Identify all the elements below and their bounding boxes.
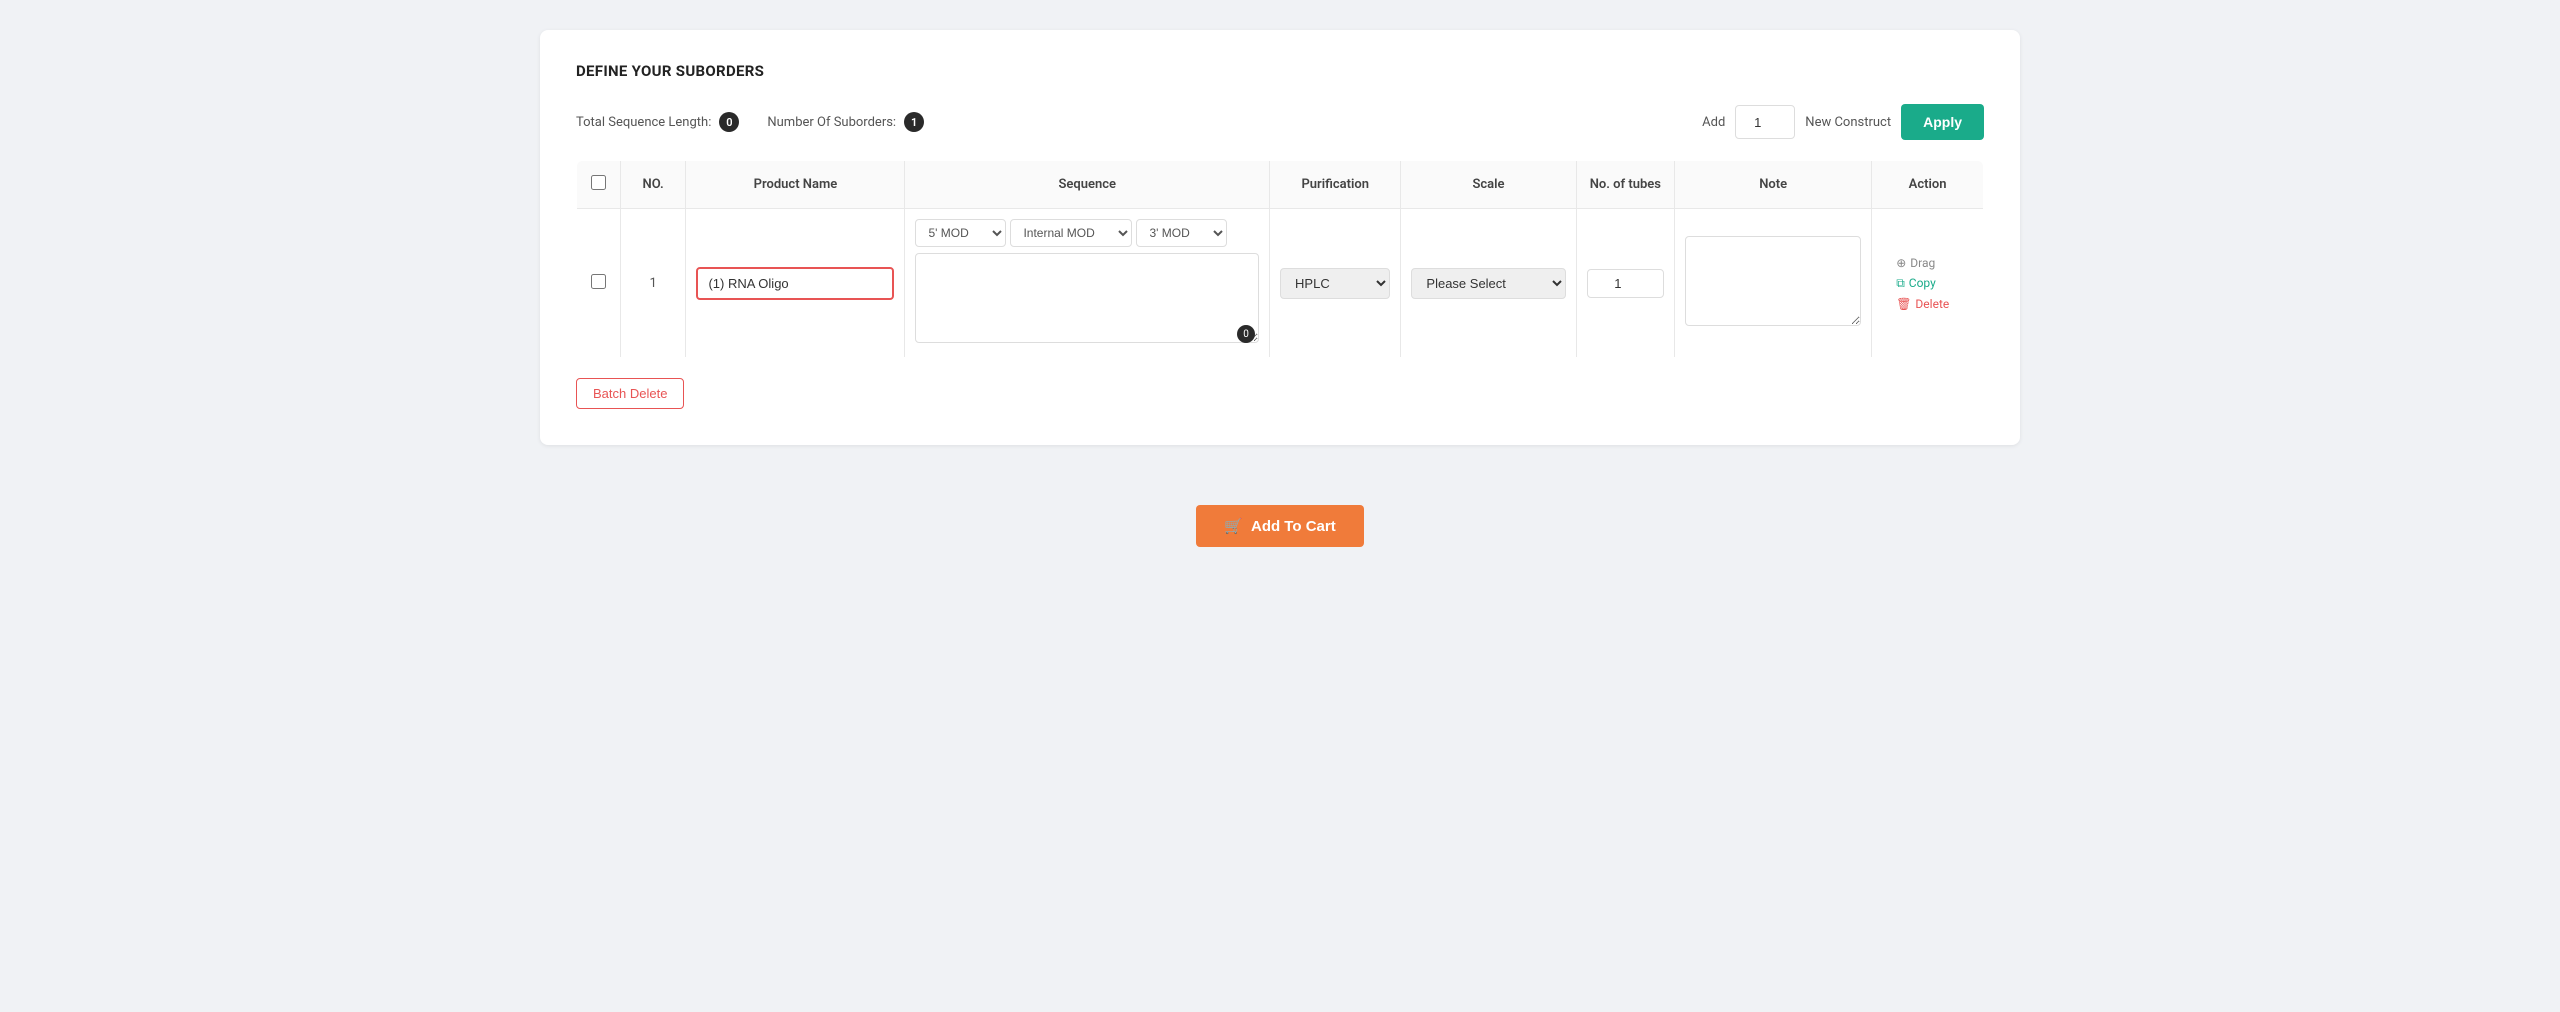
apply-button[interactable]: Apply bbox=[1901, 104, 1984, 140]
row-checkbox[interactable] bbox=[591, 274, 606, 289]
number-of-suborders-badge: 1 bbox=[904, 112, 924, 132]
footer-actions: 🛒 Add To Cart bbox=[540, 505, 2020, 587]
copy-label: Copy bbox=[1909, 276, 1936, 290]
purification-cell: HPLC Desalted PAGE IE-HPLC bbox=[1270, 209, 1401, 358]
main-card: DEFINE YOUR SUBORDERS Total Sequence Len… bbox=[540, 30, 2020, 445]
number-of-suborders: Number Of Suborders: 1 bbox=[767, 112, 924, 132]
add-to-cart-button[interactable]: 🛒 Add To Cart bbox=[1196, 505, 1363, 547]
internal-mod-select[interactable]: Internal MOD bbox=[1010, 219, 1132, 247]
top-bar-left: Total Sequence Length: 0 Number Of Subor… bbox=[576, 112, 924, 132]
header-note: Note bbox=[1675, 161, 1872, 209]
select-all-checkbox[interactable] bbox=[591, 175, 606, 190]
delete-label: Delete bbox=[1915, 297, 1949, 311]
note-cell bbox=[1675, 209, 1872, 358]
top-bar-right: Add New Construct Apply bbox=[1702, 104, 1984, 140]
row-number: 1 bbox=[620, 209, 686, 358]
total-sequence-badge: 0 bbox=[719, 112, 739, 132]
sequence-cell: 5' MOD Internal MOD 3' MOD 0 bbox=[905, 209, 1270, 358]
header-sequence: Sequence bbox=[905, 161, 1270, 209]
header-checkbox-col bbox=[577, 161, 621, 209]
header-tubes: No. of tubes bbox=[1576, 161, 1675, 209]
number-of-suborders-label: Number Of Suborders: bbox=[767, 115, 896, 130]
drag-label: Drag bbox=[1910, 256, 1935, 270]
header-purification: Purification bbox=[1270, 161, 1401, 209]
delete-action[interactable]: 🗑 Delete bbox=[1896, 297, 1949, 311]
three-mod-select[interactable]: 3' MOD bbox=[1136, 219, 1227, 247]
table-body: 1 5' MOD Internal MOD bbox=[577, 209, 1984, 358]
product-name-input[interactable] bbox=[696, 267, 894, 300]
scale-cell: Please Select 1 nmol 5 nmol 10 nmol 200 … bbox=[1401, 209, 1576, 358]
table-header: NO. Product Name Sequence Purification S… bbox=[577, 161, 1984, 209]
product-name-cell bbox=[686, 209, 905, 358]
add-to-cart-label: Add To Cart bbox=[1251, 518, 1336, 535]
header-row: NO. Product Name Sequence Purification S… bbox=[577, 161, 1984, 209]
cart-icon: 🛒 bbox=[1224, 517, 1243, 535]
batch-delete-button[interactable]: Batch Delete bbox=[576, 378, 684, 409]
delete-icon: 🗑 bbox=[1896, 297, 1911, 311]
copy-icon: ⧉ bbox=[1896, 276, 1905, 291]
sequence-controls: 5' MOD Internal MOD 3' MOD bbox=[915, 219, 1259, 247]
total-sequence-length: Total Sequence Length: 0 bbox=[576, 112, 739, 132]
total-sequence-label: Total Sequence Length: bbox=[576, 115, 711, 130]
top-bar: Total Sequence Length: 0 Number Of Subor… bbox=[576, 104, 1984, 140]
page-container: DEFINE YOUR SUBORDERS Total Sequence Len… bbox=[540, 30, 2020, 587]
note-textarea[interactable] bbox=[1685, 236, 1861, 326]
header-action: Action bbox=[1872, 161, 1984, 209]
action-buttons: ⊕ Drag ⧉ Copy 🗑 Delete bbox=[1882, 246, 1973, 321]
sequence-textarea-wrap: 0 bbox=[915, 253, 1259, 347]
purification-select[interactable]: HPLC Desalted PAGE IE-HPLC bbox=[1280, 268, 1390, 299]
add-input[interactable] bbox=[1735, 105, 1795, 139]
new-construct-label: New Construct bbox=[1805, 115, 1891, 130]
drag-action[interactable]: ⊕ Drag bbox=[1896, 256, 1935, 270]
sequence-textarea[interactable] bbox=[915, 253, 1259, 343]
tubes-cell bbox=[1576, 209, 1675, 358]
section-title: DEFINE YOUR SUBORDERS bbox=[576, 62, 1984, 80]
header-product-name: Product Name bbox=[686, 161, 905, 209]
table-row: 1 5' MOD Internal MOD bbox=[577, 209, 1984, 358]
sequence-count-badge: 0 bbox=[1237, 325, 1255, 343]
copy-action[interactable]: ⧉ Copy bbox=[1896, 276, 1936, 291]
five-mod-select[interactable]: 5' MOD bbox=[915, 219, 1006, 247]
bottom-bar: Batch Delete bbox=[576, 378, 1984, 409]
add-label: Add bbox=[1702, 115, 1725, 130]
tubes-input[interactable] bbox=[1587, 269, 1665, 298]
action-cell: ⊕ Drag ⧉ Copy 🗑 Delete bbox=[1872, 209, 1984, 358]
suborders-table: NO. Product Name Sequence Purification S… bbox=[576, 160, 1984, 358]
header-scale: Scale bbox=[1401, 161, 1576, 209]
scale-select[interactable]: Please Select 1 nmol 5 nmol 10 nmol 200 … bbox=[1411, 268, 1565, 299]
drag-icon: ⊕ bbox=[1896, 256, 1906, 270]
row-checkbox-cell bbox=[577, 209, 621, 358]
header-no: NO. bbox=[620, 161, 686, 209]
